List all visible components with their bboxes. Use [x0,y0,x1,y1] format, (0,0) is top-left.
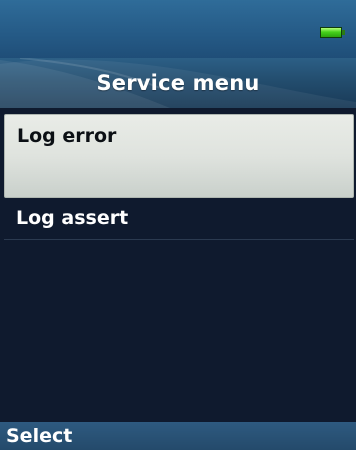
menu-item-log-assert[interactable]: Log assert [0,202,356,240]
menu-item-log-error[interactable]: Log error [4,114,354,198]
phone-screen: Service menu Log error Log assert Select [0,0,356,450]
title-bar: Service menu [0,58,356,108]
page-title: Service menu [96,71,260,95]
battery-full-icon [320,27,346,38]
status-bar [0,0,356,58]
select-softkey[interactable]: Select [6,422,72,450]
softkey-bar: Select [0,422,356,450]
menu-list: Log error Log assert [0,108,356,422]
menu-separator [4,239,354,240]
